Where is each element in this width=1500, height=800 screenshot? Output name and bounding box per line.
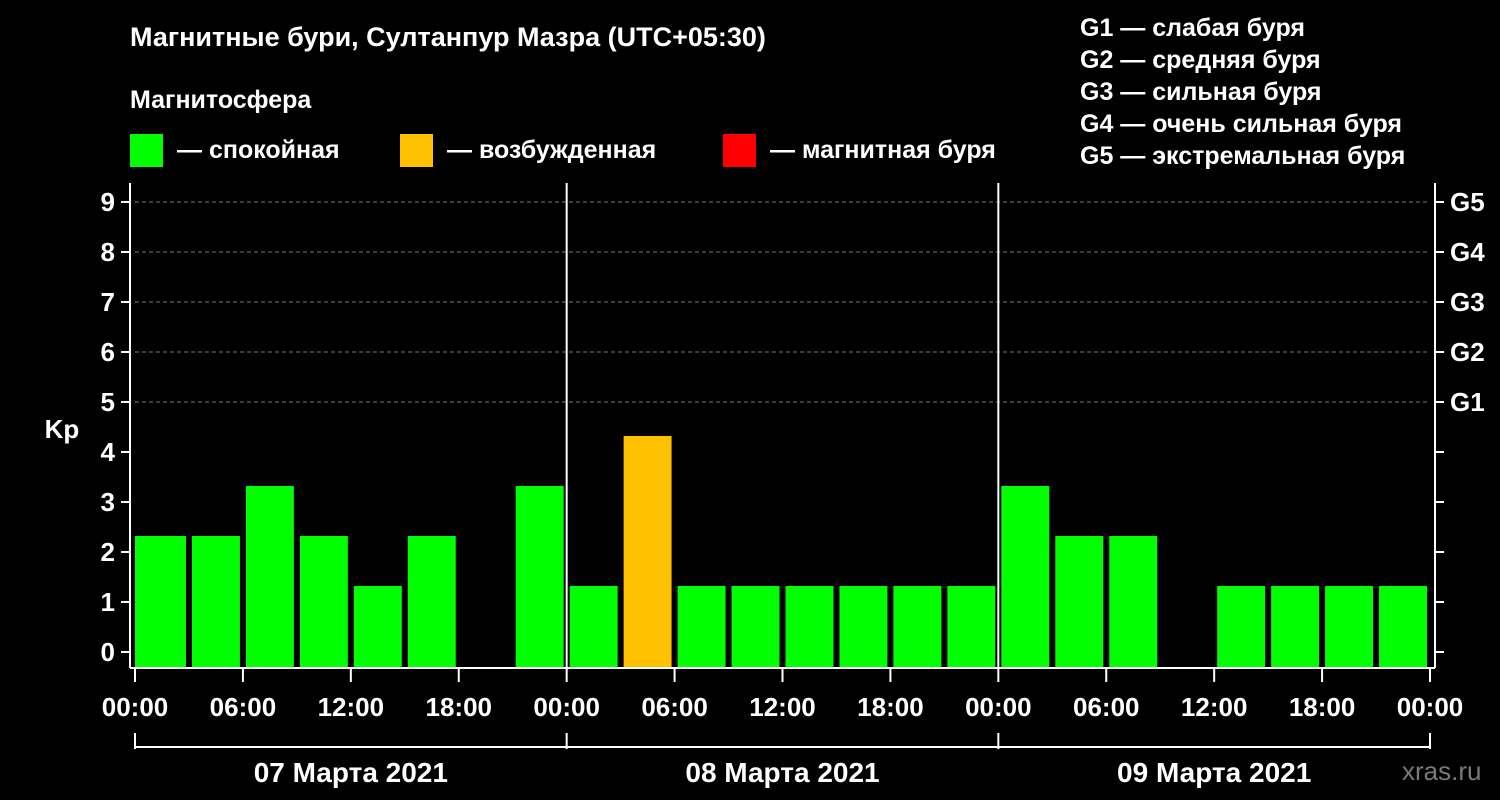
x-tick-label: 12:00 [318,692,385,722]
kp-bar [407,536,456,668]
kp-bar [1217,586,1266,668]
x-tick-label: 00:00 [533,692,600,722]
kp-bar [839,586,888,668]
kp-bar [569,586,618,668]
y-tick-label: 8 [101,237,115,267]
g-level-label: G1 [1450,387,1485,417]
x-tick-label: 06:00 [210,692,277,722]
kp-bar [191,536,240,668]
day-label: 08 Марта 2021 [685,757,879,788]
kp-bar [1325,586,1374,668]
kp-bar [353,586,402,668]
kp-bar [515,486,564,668]
x-tick-label: 18:00 [857,692,924,722]
x-tick-label: 12:00 [1181,692,1248,722]
kp-bar [1271,586,1320,668]
day-label: 09 Марта 2021 [1117,757,1311,788]
x-tick-label: 12:00 [749,692,816,722]
kp-bar [299,536,348,668]
watermark: xras.ru [1402,756,1482,786]
y-tick-label: 7 [101,287,115,317]
kp-bar [1109,536,1158,668]
x-tick-label: 18:00 [1289,692,1356,722]
kp-bar [1379,586,1427,668]
day-label: 07 Марта 2021 [254,757,448,788]
y-tick-label: 4 [101,437,116,467]
y-tick-label: 1 [101,587,115,617]
kp-bar [245,486,294,668]
g-level-label: G5 [1450,187,1485,217]
x-tick-label: 00:00 [1397,692,1464,722]
y-tick-label: 9 [101,187,115,217]
kp-bar [893,586,942,668]
kp-bar-chart: 0 1 2 3 4 5 6 7 8 9 G1 G2 G3 G4 G5 Kp 00:00 06:00 12:00 18:… [45,183,1485,788]
g-level-label: G3 [1450,287,1485,317]
kp-bar [1055,536,1104,668]
g-level-label: G4 [1450,237,1485,267]
y-tick-label: 2 [101,537,115,567]
kp-bar [135,536,186,668]
y-tick-label: 0 [101,637,115,667]
kp-bar [947,586,996,668]
kp-bar [623,436,672,668]
x-tick-label: 00:00 [102,692,169,722]
g-level-label: G2 [1450,337,1485,367]
kp-bar [785,586,834,668]
y-tick-label: 5 [101,387,115,417]
kp-bar [731,586,780,668]
y-tick-label: 6 [101,337,115,367]
x-tick-label: 06:00 [641,692,708,722]
y-axis-label: Kp [45,414,80,444]
kp-bar [1001,486,1050,668]
x-tick-label: 06:00 [1073,692,1140,722]
kp-bar [677,586,726,668]
x-tick-label: 00:00 [965,692,1032,722]
x-tick-label: 18:00 [426,692,493,722]
y-tick-label: 3 [101,487,115,517]
